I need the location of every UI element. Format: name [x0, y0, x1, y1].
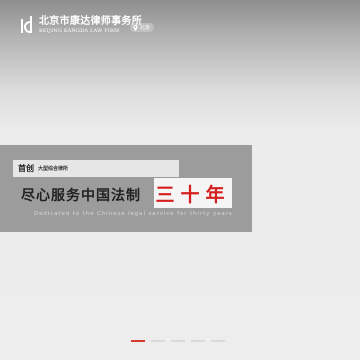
- location-label: 北京: [140, 25, 151, 31]
- carousel-dot[interactable]: [211, 340, 225, 342]
- carousel-dot[interactable]: [131, 340, 145, 342]
- banner-title-box: 尽心服务中国法制: [21, 180, 151, 210]
- logo-english-name: BEIJING KANGDA LAW FIRM: [39, 27, 120, 34]
- carousel-dot[interactable]: [171, 340, 185, 342]
- carousel-dot[interactable]: [151, 340, 165, 342]
- carousel-dot[interactable]: [191, 340, 205, 342]
- logo[interactable]: 北京市康达律师事务所 BEIJING KANGDA LAW FIRM: [20, 14, 142, 36]
- location-selector[interactable]: 北京: [130, 23, 155, 32]
- banner-subtitle: Dedicated to the Chinese legal service f…: [34, 211, 233, 217]
- logo-text: 北京市康达律师事务所 BEIJING KANGDA LAW FIRM: [39, 15, 142, 34]
- banner-tag: 首创 大型综合律所: [13, 160, 179, 177]
- banner-tag-main: 首创: [18, 164, 34, 173]
- logo-chinese-name: 北京市康达律师事务所: [39, 15, 142, 27]
- logo-mark-icon: [21, 16, 32, 33]
- banner-tag-sub: 大型综合律所: [38, 166, 69, 172]
- carousel-pager: [131, 340, 225, 342]
- banner-highlight-box: 三十年: [154, 178, 232, 208]
- location-pin-icon: [133, 24, 138, 31]
- banner-highlight: 三十年: [155, 183, 231, 206]
- site-header: 北京市康达律师事务所 BEIJING KANGDA LAW FIRM 北京: [0, 0, 360, 44]
- banner-title: 尽心服务中国法制: [21, 188, 141, 204]
